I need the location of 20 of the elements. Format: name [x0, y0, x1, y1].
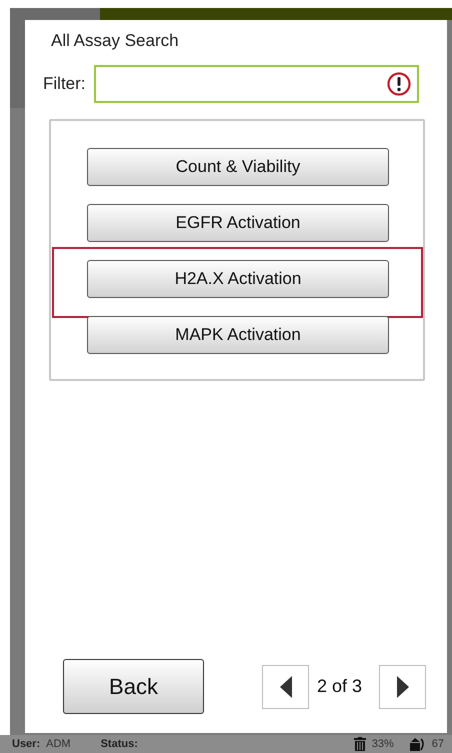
trash-reading: 33% [372, 738, 394, 750]
back-button[interactable]: Back [63, 659, 204, 714]
previous-page-button[interactable] [262, 664, 309, 708]
left-triangle-icon [280, 676, 292, 698]
filter-label: Filter: [43, 74, 86, 94]
assay-button[interactable]: EGFR Activation [87, 204, 389, 242]
assay-button[interactable]: Count & Viability [87, 148, 389, 186]
tray-icon [408, 737, 426, 751]
tray-reading: 67 [432, 738, 444, 750]
filter-field[interactable] [94, 65, 418, 103]
right-triangle-icon [396, 676, 409, 698]
dialog-title: All Assay Search [51, 31, 180, 51]
status-label: Status: [100, 738, 138, 750]
assay-button[interactable]: MAPK Activation [87, 316, 389, 354]
user-name: ADM [46, 738, 71, 750]
page-indicator: 2 of 3 [317, 676, 362, 697]
next-page-button[interactable] [379, 664, 426, 708]
user-label: User: [12, 738, 40, 750]
assay-button[interactable]: H2A.X Activation [87, 260, 389, 298]
trash-icon [354, 737, 366, 751]
